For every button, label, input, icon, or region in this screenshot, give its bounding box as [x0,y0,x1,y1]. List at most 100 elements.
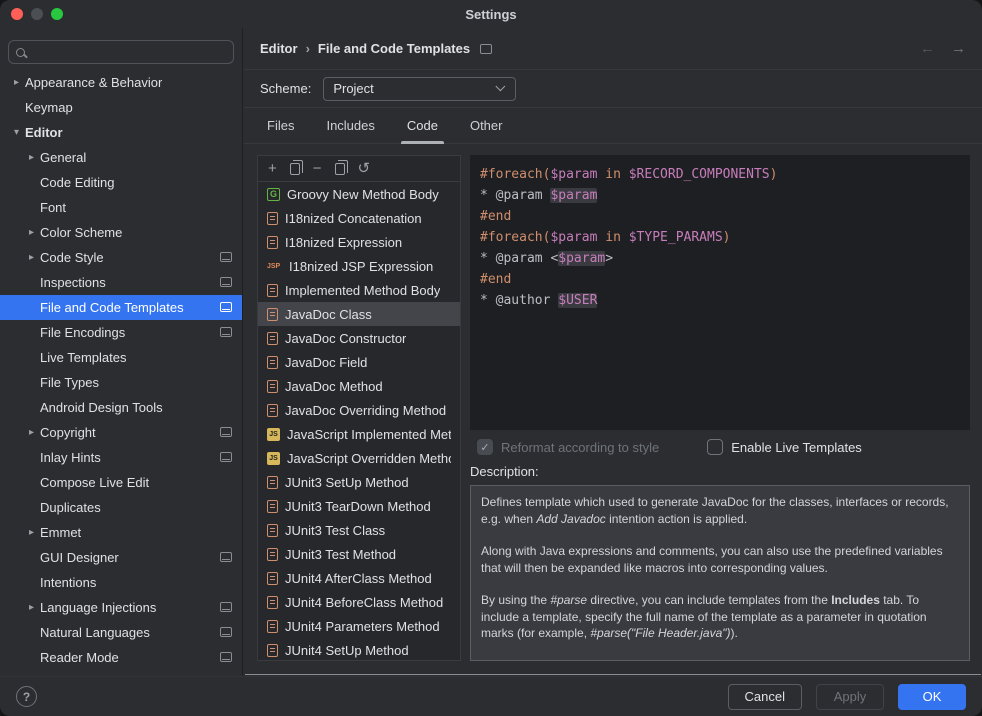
tree-item-keymap[interactable]: Keymap [0,95,242,120]
template-item-junit4-setup-method[interactable]: JUnit4 SetUp Method [258,638,460,661]
tree-item-font[interactable]: Font [0,195,242,220]
back-arrow-icon[interactable]: ← [920,40,935,57]
tab-other[interactable]: Other [457,108,516,143]
template-item-junit4-parameters-method[interactable]: JUnit4 Parameters Method [258,614,460,638]
tree-item-label: Font [40,200,66,215]
tree-item-general[interactable]: ▸General [0,145,242,170]
tree-item-color-scheme[interactable]: ▸Color Scheme [0,220,242,245]
template-item-javadoc-overriding-method[interactable]: JavaDoc Overriding Method [258,398,460,422]
chevron-right-icon[interactable]: ▸ [23,527,40,538]
chevron-right-icon[interactable]: ▸ [8,77,25,88]
code-token: #end [480,209,511,224]
template-item-junit3-test-class[interactable]: JUnit3 Test Class [258,518,460,542]
template-file-icon [267,332,278,345]
scheme-dropdown[interactable]: Project [323,77,516,101]
create-template-from-file-icon[interactable] [290,163,300,175]
tab-includes[interactable]: Includes [313,108,387,143]
chevron-right-icon[interactable]: ▸ [23,152,40,163]
tree-item-file-encodings[interactable]: File Encodings [0,320,242,345]
tree-item-natural-languages[interactable]: Natural Languages [0,620,242,645]
tree-item-label: Live Templates [40,350,126,365]
ok-button[interactable]: OK [898,684,966,710]
tree-item-file-types[interactable]: File Types [0,370,242,395]
cancel-button[interactable]: Cancel [728,684,802,710]
description-panel[interactable]: Defines template which used to generate … [470,485,970,661]
description-text: intention action is applied. [606,512,747,526]
tree-item-emmet[interactable]: ▸Emmet [0,520,242,545]
help-button[interactable]: ? [16,686,37,707]
os-settings-icon [480,44,492,54]
tree-item-reader-mode[interactable]: Reader Mode [0,645,242,670]
template-item-groovy-new-method-body[interactable]: GGroovy New Method Body [258,182,460,206]
enable-live-templates-checkbox[interactable] [707,439,723,455]
remove-template-icon[interactable]: − [313,161,322,176]
template-item-i18nized-jsp-expression[interactable]: JSPI18nized JSP Expression [258,254,460,278]
template-item-implemented-method-body[interactable]: Implemented Method Body [258,278,460,302]
code-token: #foreach( [480,230,550,245]
search-input[interactable] [8,40,234,64]
tree-item-inlay-hints[interactable]: Inlay Hints [0,445,242,470]
template-item-javadoc-field[interactable]: JavaDoc Field [258,350,460,374]
chevron-down-icon[interactable]: ▾ [8,127,25,138]
template-item-junit3-teardown-method[interactable]: JUnit3 TearDown Method [258,494,460,518]
code-token: #foreach( [480,167,550,182]
template-list-panel: + − ↺ GGroovy New Method BodyI18nized Conc… [257,155,461,661]
tab-code[interactable]: Code [394,108,451,143]
template-item-i18nized-concatenation[interactable]: I18nized Concatenation [258,206,460,230]
tree-item-intentions[interactable]: Intentions [0,570,242,595]
tree-item-code-editing[interactable]: Code Editing [0,170,242,195]
reset-template-icon[interactable]: ↺ [358,161,371,176]
template-item-label: I18nized JSP Expression [289,259,433,274]
tree-item-code-style[interactable]: ▸Code Style [0,245,242,270]
template-item-javascript-overridden-metho[interactable]: JSJavaScript Overridden Metho [258,446,460,470]
tree-item-gui-designer[interactable]: GUI Designer [0,545,242,570]
add-template-icon[interactable]: + [268,161,277,176]
zoom-button[interactable] [51,8,63,20]
tab-files[interactable]: Files [254,108,307,143]
template-item-javadoc-constructor[interactable]: JavaDoc Constructor [258,326,460,350]
tree-item-duplicates[interactable]: Duplicates [0,495,242,520]
tree-item-language-injections[interactable]: ▸Language Injections [0,595,242,620]
forward-arrow-icon[interactable]: → [951,40,966,57]
chevron-right-icon[interactable]: ▸ [23,602,40,613]
copy-template-icon[interactable] [335,163,345,175]
tree-item-inspections[interactable]: Inspections [0,270,242,295]
tree-item-file-and-code-templates[interactable]: File and Code Templates [0,295,242,320]
template-item-junit4-afterclass-method[interactable]: JUnit4 AfterClass Method [258,566,460,590]
tree-item-compose-live-edit[interactable]: Compose Live Edit [0,470,242,495]
tree-item-android-design-tools[interactable]: Android Design Tools [0,395,242,420]
tree-item-label: Copyright [40,425,96,440]
template-item-javadoc-method[interactable]: JavaDoc Method [258,374,460,398]
breadcrumb-editor[interactable]: Editor [260,41,298,56]
template-file-icon [267,620,278,633]
template-item-label: JUnit3 Test Method [285,547,396,562]
reformat-checkbox[interactable]: ✓ [477,439,493,455]
template-editor[interactable]: #foreach($param in $RECORD_COMPONENTS) *… [470,155,970,430]
template-item-junit3-setup-method[interactable]: JUnit3 SetUp Method [258,470,460,494]
chevron-right-icon[interactable]: ▸ [23,252,40,263]
template-item-label: JavaScript Implemented Met [287,427,451,442]
template-item-i18nized-expression[interactable]: I18nized Expression [258,230,460,254]
chevron-right-icon[interactable]: ▸ [23,427,40,438]
tree-item-label: Inlay Hints [40,450,101,465]
template-list-toolbar: + − ↺ [258,156,460,182]
chevron-right-icon[interactable]: ▸ [23,227,40,238]
template-item-junit4-beforeclass-method[interactable]: JUnit4 BeforeClass Method [258,590,460,614]
scheme-label: Scheme: [260,81,311,96]
template-file-icon [267,500,278,513]
code-token: in [597,230,628,245]
template-item-javadoc-class[interactable]: JavaDoc Class [258,302,460,326]
close-button[interactable] [11,8,23,20]
template-item-label: JUnit3 Test Class [285,523,385,538]
tree-item-label: File Encodings [40,325,125,340]
tree-item-label: File Types [40,375,99,390]
tree-item-editor[interactable]: ▾Editor [0,120,242,145]
description-paragraph: Defines template which used to generate … [481,494,959,527]
template-item-junit3-test-method[interactable]: JUnit3 Test Method [258,542,460,566]
tree-item-copyright[interactable]: ▸Copyright [0,420,242,445]
apply-button[interactable]: Apply [816,684,884,710]
tree-item-appearance-behavior[interactable]: ▸Appearance & Behavior [0,70,242,95]
os-settings-icon [220,602,232,612]
template-item-javascript-implemented-met[interactable]: JSJavaScript Implemented Met [258,422,460,446]
tree-item-live-templates[interactable]: Live Templates [0,345,242,370]
